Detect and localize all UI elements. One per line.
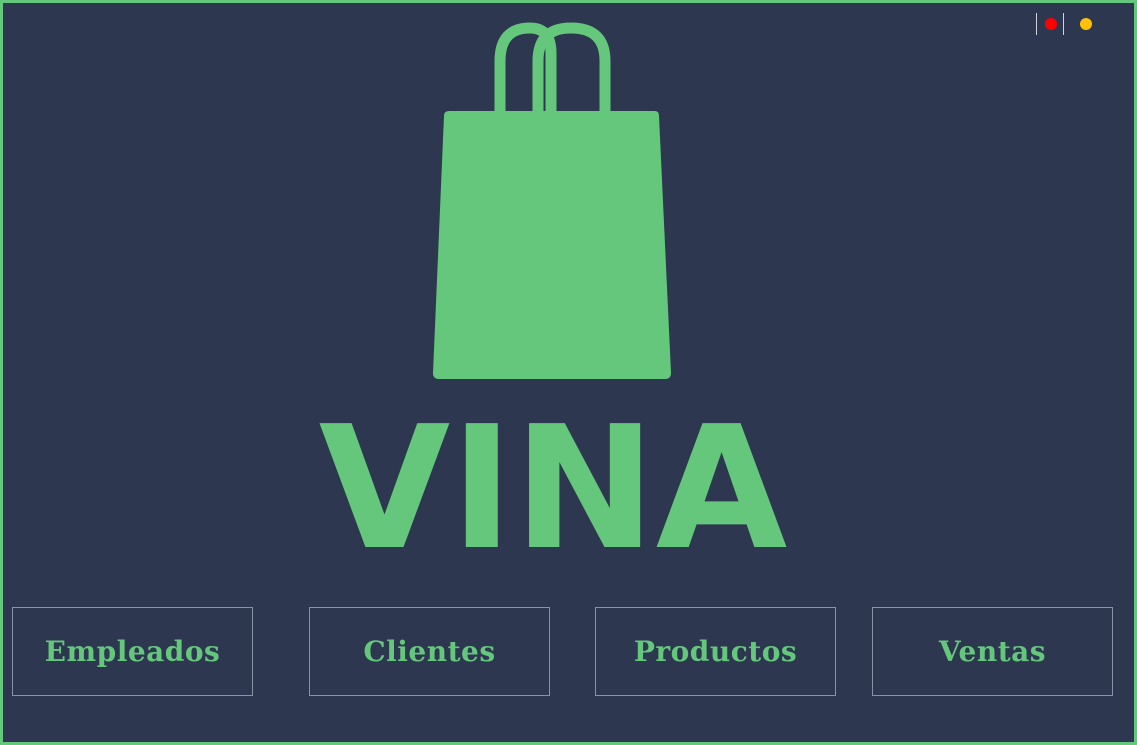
main-window: VINA Empleados Clientes Productos Ventas [0,0,1137,745]
empleados-label: Empleados [44,635,221,668]
productos-button[interactable]: Productos [595,607,836,696]
clientes-button[interactable]: Clientes [309,607,550,696]
empleados-button[interactable]: Empleados [12,607,253,696]
productos-label: Productos [633,635,798,668]
brand-wordmark: VINA [319,413,788,558]
ventas-label: Ventas [938,635,1047,668]
brand-name: VINA [319,413,788,558]
shopping-bag-icon [433,22,671,379]
ventas-button[interactable]: Ventas [872,607,1113,696]
clientes-label: Clientes [363,635,496,668]
